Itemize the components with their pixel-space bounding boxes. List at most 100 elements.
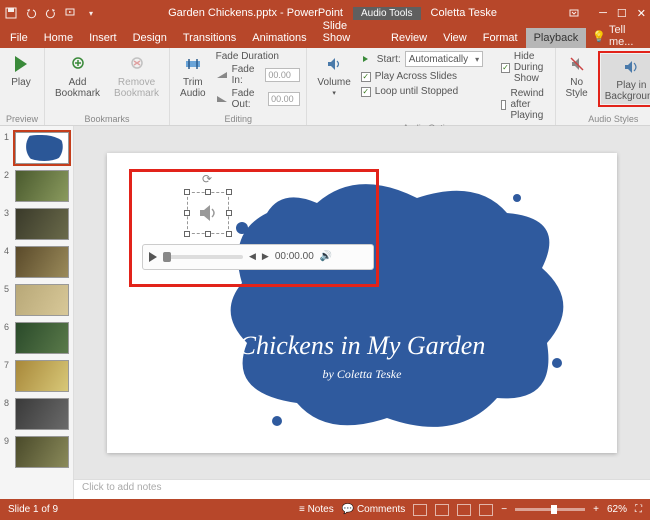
thumbnail-6[interactable]: 6	[4, 322, 69, 354]
tab-review[interactable]: Review	[383, 28, 435, 48]
audio-play-icon[interactable]	[149, 252, 157, 262]
play-in-background-icon	[620, 56, 642, 78]
loop-checkbox[interactable]	[361, 87, 371, 97]
qat-customize-icon[interactable]: ▾	[84, 6, 98, 20]
audio-seek-slider[interactable]	[163, 255, 243, 259]
zoom-out-icon[interactable]: −	[501, 504, 507, 515]
thumbnail-7-preview	[15, 360, 69, 392]
thumbnail-7[interactable]: 7	[4, 360, 69, 392]
trim-audio-button[interactable]: Trim Audio	[176, 51, 210, 101]
no-style-button[interactable]: No Style	[562, 51, 592, 101]
tab-file[interactable]: File	[0, 28, 36, 48]
rotate-handle-icon[interactable]	[202, 172, 214, 184]
tab-format[interactable]: Format	[475, 28, 526, 48]
fade-in-icon	[216, 70, 228, 80]
play-in-background-button[interactable]: Play in Background	[601, 54, 650, 104]
thumbnail-2-preview	[15, 170, 69, 202]
fade-out-label: Fade Out:	[232, 88, 265, 110]
loop-row[interactable]: Loop until Stopped	[361, 86, 483, 97]
status-bar: Slide 1 of 9 ≡ Notes 💬 Comments − + 62% …	[0, 499, 650, 520]
volume-icon	[323, 53, 345, 75]
fade-out-input[interactable]: 00.00	[268, 92, 300, 106]
zoom-level[interactable]: 62%	[607, 504, 627, 515]
audio-volume-icon[interactable]: 🔊	[320, 251, 332, 262]
save-icon[interactable]	[4, 6, 18, 20]
group-audio-styles: No Style Play in Background Audio Styles	[556, 48, 650, 125]
tab-view[interactable]: View	[435, 28, 475, 48]
play-across-checkbox[interactable]	[361, 72, 371, 82]
thumbnail-3-preview	[15, 208, 69, 240]
trim-audio-label: Trim Audio	[180, 77, 206, 99]
fit-to-window-icon[interactable]: ⛶	[635, 504, 642, 515]
ribbon: Play Preview Add Bookmark Remove Bookmar…	[0, 48, 650, 126]
close-icon[interactable]: ✕	[637, 7, 646, 20]
notes-pane[interactable]: Click to add notes	[74, 479, 650, 499]
window-controls-area: ─ ☐ ✕	[567, 6, 646, 20]
start-from-beginning-icon[interactable]	[64, 6, 78, 20]
slide-editor-area: Chickens in My Garden by Coletta Teske ◀…	[74, 126, 650, 499]
thumbnail-6-preview	[15, 322, 69, 354]
slideshow-view-icon[interactable]	[479, 504, 493, 516]
zoom-in-icon[interactable]: +	[593, 504, 599, 515]
hide-checkbox[interactable]	[501, 63, 510, 73]
audio-object[interactable]	[187, 192, 229, 234]
status-right: ≡ Notes 💬 Comments − + 62% ⛶	[299, 504, 642, 516]
thumbnail-4-preview	[15, 246, 69, 278]
hide-row[interactable]: Hide During Show	[501, 51, 548, 84]
tab-home[interactable]: Home	[36, 28, 81, 48]
rewind-checkbox[interactable]	[501, 100, 506, 110]
thumbnail-1[interactable]: 1	[4, 132, 69, 164]
start-dropdown[interactable]: Automatically	[405, 51, 483, 67]
rewind-row[interactable]: Rewind after Playing	[501, 88, 548, 121]
tab-design[interactable]: Design	[125, 28, 175, 48]
comments-toggle[interactable]: 💬 Comments	[342, 504, 406, 515]
slide-thumbnails-panel[interactable]: 1 2 3 4 5 6 7 8 9	[0, 126, 74, 499]
group-bookmarks-label: Bookmarks	[51, 112, 163, 124]
zoom-slider[interactable]	[515, 508, 585, 511]
user-name: Coletta Teske	[431, 7, 497, 19]
play-across-row[interactable]: Play Across Slides	[361, 71, 483, 82]
fade-in-input[interactable]: 00.00	[265, 68, 300, 82]
slide-title[interactable]: Chickens in My Garden	[107, 331, 617, 361]
thumbnail-9[interactable]: 9	[4, 436, 69, 468]
thumbnail-1-preview	[15, 132, 69, 164]
tab-insert[interactable]: Insert	[81, 28, 125, 48]
maximize-icon[interactable]: ☐	[617, 7, 627, 20]
minimize-icon[interactable]: ─	[599, 7, 607, 20]
loop-label: Loop until Stopped	[375, 86, 458, 97]
tab-transitions[interactable]: Transitions	[175, 28, 244, 48]
add-bookmark-button[interactable]: Add Bookmark	[51, 51, 104, 101]
tell-me-search[interactable]: 💡 Tell me...	[592, 24, 650, 48]
ribbon-options-icon[interactable]	[567, 6, 581, 20]
reading-view-icon[interactable]	[457, 504, 471, 516]
slide-canvas[interactable]: Chickens in My Garden by Coletta Teske ◀…	[74, 126, 650, 479]
no-style-icon	[566, 53, 588, 75]
thumbnail-4[interactable]: 4	[4, 246, 69, 278]
audio-time: 00:00.00	[275, 251, 314, 262]
normal-view-icon[interactable]	[413, 504, 427, 516]
slide-subtitle[interactable]: by Coletta Teske	[107, 367, 617, 382]
no-style-label: No Style	[566, 77, 588, 99]
redo-icon[interactable]	[44, 6, 58, 20]
slide[interactable]: Chickens in My Garden by Coletta Teske ◀…	[107, 153, 617, 453]
tab-playback[interactable]: Playback	[526, 28, 587, 48]
audio-skip-fwd-icon[interactable]: ▶	[262, 251, 269, 262]
audio-skip-back-icon[interactable]: ◀	[249, 251, 256, 262]
undo-icon[interactable]	[24, 6, 38, 20]
rewind-label: Rewind after Playing	[510, 88, 548, 121]
thumbnail-3[interactable]: 3	[4, 208, 69, 240]
thumbnail-9-preview	[15, 436, 69, 468]
notes-toggle[interactable]: ≡ Notes	[299, 504, 334, 515]
thumbnail-5[interactable]: 5	[4, 284, 69, 316]
thumbnail-2[interactable]: 2	[4, 170, 69, 202]
tab-animations[interactable]: Animations	[244, 28, 314, 48]
notes-placeholder: Click to add notes	[82, 482, 162, 493]
lightbulb-icon: 💡	[592, 30, 606, 43]
slide-sorter-view-icon[interactable]	[435, 504, 449, 516]
remove-bookmark-button[interactable]: Remove Bookmark	[110, 51, 163, 101]
tab-slideshow[interactable]: Slide Show	[315, 16, 383, 48]
audio-playback-bar[interactable]: ◀ ▶ 00:00.00 🔊	[142, 244, 374, 270]
thumbnail-8[interactable]: 8	[4, 398, 69, 430]
volume-button[interactable]: Volume ▾	[313, 51, 354, 100]
play-button[interactable]: Play	[6, 51, 36, 90]
